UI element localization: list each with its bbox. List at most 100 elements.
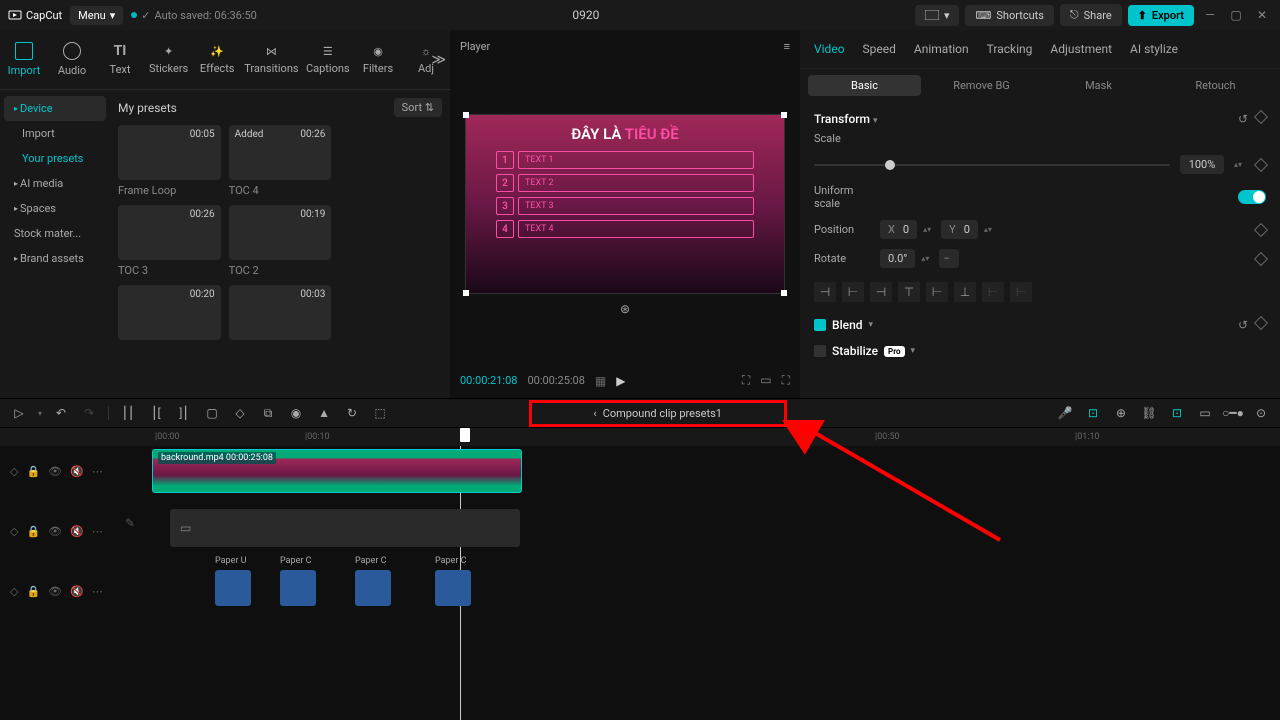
close-button[interactable]: ✕ [1252, 5, 1272, 25]
blend-checkbox[interactable] [814, 319, 826, 331]
video-clip[interactable]: backround.mp4 00:00:25:08 [152, 449, 522, 493]
compound-clip-button[interactable]: ‹ Compound clip presets1 [529, 400, 787, 427]
copy-tool[interactable]: ⧉ [259, 404, 277, 422]
subtab-retouch[interactable]: Retouch [1159, 75, 1272, 96]
magnet-icon[interactable]: ⊡ [1084, 404, 1102, 422]
track-toggle[interactable]: ◇ [10, 465, 18, 478]
aspect-button[interactable]: ▾ [915, 5, 960, 26]
preset-card[interactable]: 00:03 [229, 285, 332, 340]
mask-tool[interactable]: ◇ [231, 404, 249, 422]
play-button[interactable]: ▶ [616, 374, 625, 388]
tab-audio[interactable]: Audio [48, 42, 96, 77]
crop2-tool[interactable]: ⬚ [371, 404, 389, 422]
speed-tool[interactable]: ◉ [287, 404, 305, 422]
sidebar-item-stockmat[interactable]: Stock mater... [4, 221, 106, 246]
rect-icon[interactable]: ▭ [760, 373, 771, 388]
scale-value[interactable]: 100% [1180, 155, 1224, 174]
sidebar-item-import[interactable]: Import [4, 121, 106, 146]
fullscreen-icon[interactable]: ⛶ [782, 373, 790, 388]
share-button[interactable]: ⎋ Share [1060, 4, 1122, 26]
tab-import[interactable]: Import [0, 42, 48, 77]
link-icon[interactable]: ⊕ [1112, 404, 1130, 422]
sidebar-item-yourpresets[interactable]: Your presets [4, 146, 106, 171]
fit-icon[interactable]: ⊙ [1252, 404, 1270, 422]
chain-icon[interactable]: ⛓ [1140, 404, 1158, 422]
rotate-input[interactable]: 0.0° [880, 249, 915, 268]
compound-clip[interactable]: ▭ [170, 509, 520, 547]
mirror-tool[interactable]: ▲ [315, 404, 333, 422]
align-left[interactable]: ⊣ [814, 282, 836, 302]
reset-icon[interactable]: ↺ [1238, 112, 1248, 126]
preview-canvas[interactable]: ĐÂY LÀ TIÊU ĐỀ 1TEXT 1 2TEXT 2 3TEXT 3 4… [465, 114, 785, 294]
tab-filters[interactable]: ◉Filters [354, 45, 402, 75]
tab-captions[interactable]: ☰Captions [302, 45, 354, 75]
x-input[interactable]: X0 [880, 220, 917, 239]
player-menu-icon[interactable]: ≡ [784, 40, 790, 53]
reset-icon[interactable]: ↺ [1238, 318, 1248, 332]
uniform-toggle[interactable] [1238, 190, 1266, 204]
shortcuts-button[interactable]: ⌨ Shortcuts [965, 5, 1053, 26]
maximize-button[interactable]: ▢ [1226, 5, 1246, 25]
tabs-more-icon[interactable]: ≫ [431, 52, 446, 68]
pointer-tool[interactable]: ▷ [10, 404, 28, 422]
preset-card[interactable]: 00:05Frame Loop [118, 125, 221, 197]
minimize-button[interactable]: — [1200, 5, 1220, 25]
rotate-tool[interactable]: ↻ [343, 404, 361, 422]
track-eye[interactable]: 👁 [48, 465, 62, 478]
undo-button[interactable]: ↶ [52, 404, 70, 422]
sidebar-item-device[interactable]: ▸Device [4, 96, 106, 121]
rtab-aistylize[interactable]: AI stylize [1130, 42, 1178, 56]
snap-icon[interactable]: ⊡ [1168, 404, 1186, 422]
keyframe-icon[interactable] [1254, 222, 1268, 236]
redo-button[interactable]: ↷ [80, 404, 98, 422]
audio-clip[interactable]: Paper C [280, 570, 316, 606]
align-top[interactable]: ⊤ [898, 282, 920, 302]
crop-tool[interactable]: ▢ [203, 404, 221, 422]
sort-button[interactable]: Sort ⇅ [394, 98, 442, 117]
keyframe-icon[interactable] [1254, 110, 1268, 124]
rtab-animation[interactable]: Animation [914, 42, 969, 56]
center-icon[interactable]: ⊛ [620, 302, 630, 316]
playhead[interactable] [460, 428, 470, 442]
trim-right[interactable]: ]⎮ [175, 404, 193, 422]
stabilize-checkbox[interactable] [814, 345, 826, 357]
scan-icon[interactable]: ⛶ [742, 373, 750, 388]
trim-left[interactable]: ⎮[ [147, 404, 165, 422]
subtab-mask[interactable]: Mask [1042, 75, 1155, 96]
track-lock[interactable]: 🔒 [26, 465, 40, 478]
screen-icon[interactable]: ▭ [1196, 404, 1214, 422]
preset-card[interactable]: 00:26TOC 3 [118, 205, 221, 277]
preset-card[interactable]: 00:20 [118, 285, 221, 340]
rtab-speed[interactable]: Speed [863, 42, 896, 56]
dist-v[interactable]: ⊢ [1010, 282, 1032, 302]
sidebar-item-aimedia[interactable]: ▸AI media [4, 171, 106, 196]
keyframe-icon[interactable] [1254, 157, 1268, 171]
y-input[interactable]: Y0 [941, 220, 978, 239]
tab-stickers[interactable]: ✦Stickers [144, 45, 193, 75]
scale-slider[interactable] [814, 164, 1170, 166]
subtab-basic[interactable]: Basic [808, 75, 921, 96]
keyframe-icon[interactable] [1254, 316, 1268, 330]
mic-icon[interactable]: 🎤 [1056, 404, 1074, 422]
subtab-removebg[interactable]: Remove BG [925, 75, 1038, 96]
tab-transitions[interactable]: ⋈Transitions [241, 45, 301, 75]
keyframe-icon[interactable] [1254, 251, 1268, 265]
audio-clip[interactable]: Paper C [435, 570, 471, 606]
export-button[interactable]: ⬆ Export [1128, 5, 1194, 26]
rtab-tracking[interactable]: Tracking [987, 42, 1033, 56]
split-tool[interactable]: ⎮⎮ [119, 404, 137, 422]
align-center-h[interactable]: ⊢ [842, 282, 864, 302]
preset-card[interactable]: Added00:26TOC 4 [229, 125, 332, 197]
tab-text[interactable]: TIText [96, 43, 144, 76]
dist-h[interactable]: ⊢ [982, 282, 1004, 302]
audio-clip[interactable]: Paper C [355, 570, 391, 606]
preset-card[interactable]: 00:19TOC 2 [229, 205, 332, 277]
audio-clip[interactable]: Paper U [215, 570, 251, 606]
track-mute[interactable]: 🔇 [70, 465, 84, 478]
menu-button[interactable]: Menu ▾ [70, 6, 123, 25]
align-right[interactable]: ⊣ [870, 282, 892, 302]
sidebar-item-brandassets[interactable]: ▸Brand assets [4, 246, 106, 271]
align-center-v[interactable]: ⊢ [926, 282, 948, 302]
zoom-slider[interactable]: ○━● [1224, 404, 1242, 422]
columns-icon[interactable]: ▦ [595, 374, 606, 388]
